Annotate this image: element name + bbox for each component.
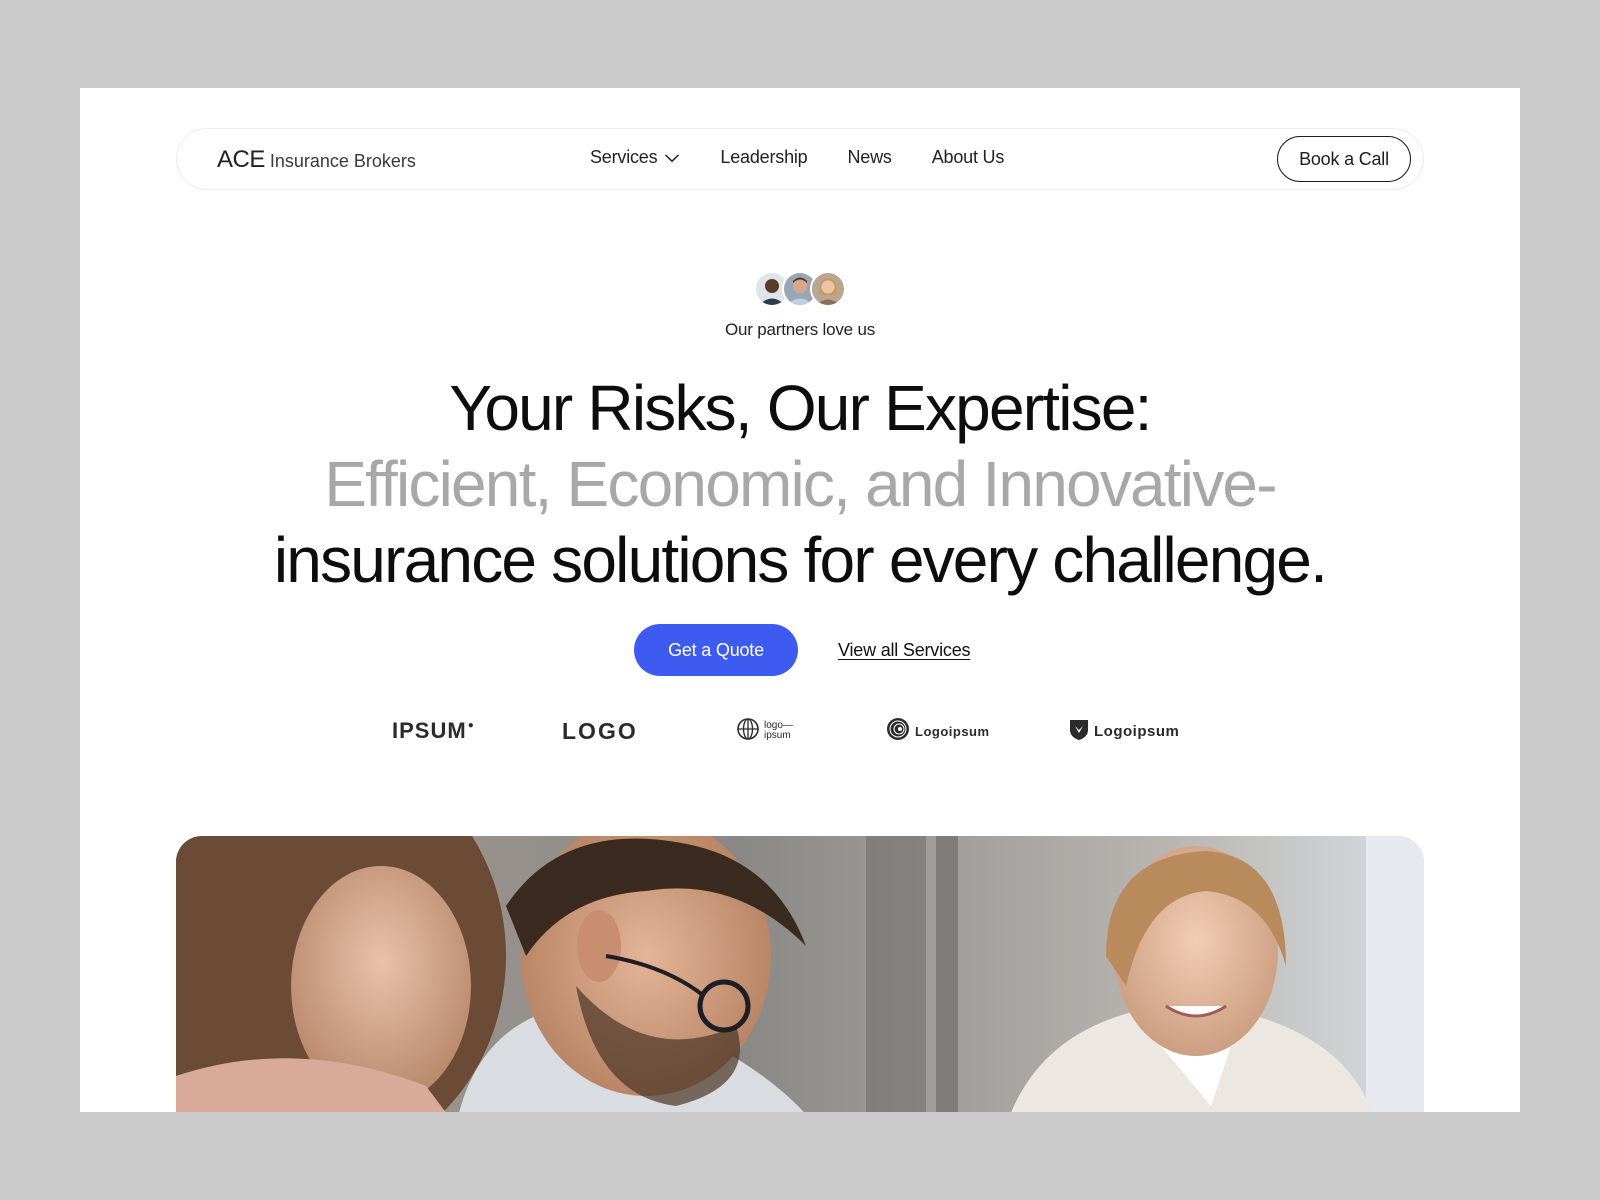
nav-link-label: Services [590, 147, 658, 167]
nav-link-leadership[interactable]: Leadership [720, 147, 807, 168]
brand-name: ACE [217, 146, 265, 173]
headline-line-1: Your Risks, Our Expertise: [449, 372, 1152, 444]
partner-logo-logoipsum-shield: Logoipsum [1068, 716, 1179, 746]
logo-text: LOGO [562, 717, 638, 744]
headline-line-3: insurance solutions for every challenge. [273, 524, 1328, 596]
meeting-photo-illustration [176, 836, 1424, 1112]
globe-icon [736, 717, 760, 746]
partner-logo-logo-ipsum: logo— ipsum [736, 716, 793, 746]
logo-text: Logoipsum [1094, 722, 1180, 740]
chevron-down-icon [664, 153, 680, 163]
logo-text-line: ipsum [764, 730, 791, 741]
swirl-icon [886, 717, 910, 746]
partner-logo-logoipsum-swirl: Logoipsum [886, 716, 990, 746]
book-a-call-button[interactable]: Book a Call [1277, 136, 1411, 182]
logo-text: Logoipsum [915, 723, 990, 739]
hero-cta-row: Get a Quote View all Services [634, 624, 971, 676]
nav-link-services[interactable]: Services [590, 147, 680, 168]
page-frame: ACE Insurance Brokers Services Leadershi… [80, 88, 1520, 1112]
view-all-services-link[interactable]: View all Services [838, 640, 971, 661]
nav-link-news[interactable]: News [848, 147, 892, 168]
nav-link-label: About Us [931, 147, 1005, 167]
hero-photo [176, 836, 1424, 1112]
nav-link-label: Leadership [720, 147, 808, 167]
top-navigation: ACE Insurance Brokers Services Leadershi… [176, 128, 1424, 190]
brand-logo[interactable]: ACE Insurance Brokers [217, 146, 416, 174]
partner-logo-ipsum: IPSUM ● [392, 716, 474, 746]
headline-line-2: Efficient, Economic, and Innovative- [324, 448, 1277, 520]
nav-link-about-us[interactable]: About Us [931, 147, 1005, 168]
brand-tagline: Insurance Brokers [269, 151, 416, 171]
nav-link-label: News [847, 147, 892, 167]
registered-mark: ● [467, 719, 474, 731]
partner-logo-logo: LOGO [562, 716, 638, 746]
shield-icon [1068, 717, 1090, 746]
hero-headline: Your Risks, Our Expertise: Efficient, Ec… [80, 370, 1520, 598]
partner-logos: IPSUM ● LOGO logo— ipsum Logoipsum Logoi… [80, 716, 1520, 746]
get-a-quote-button[interactable]: Get a Quote [634, 624, 798, 676]
avatar [810, 271, 846, 307]
partner-avatars [754, 271, 846, 307]
logo-text: logo— ipsum [764, 721, 793, 741]
nav-links: Services Leadership News About Us [590, 147, 1004, 168]
partners-caption: Our partners love us [724, 320, 875, 339]
logo-text: IPSUM [392, 718, 467, 743]
